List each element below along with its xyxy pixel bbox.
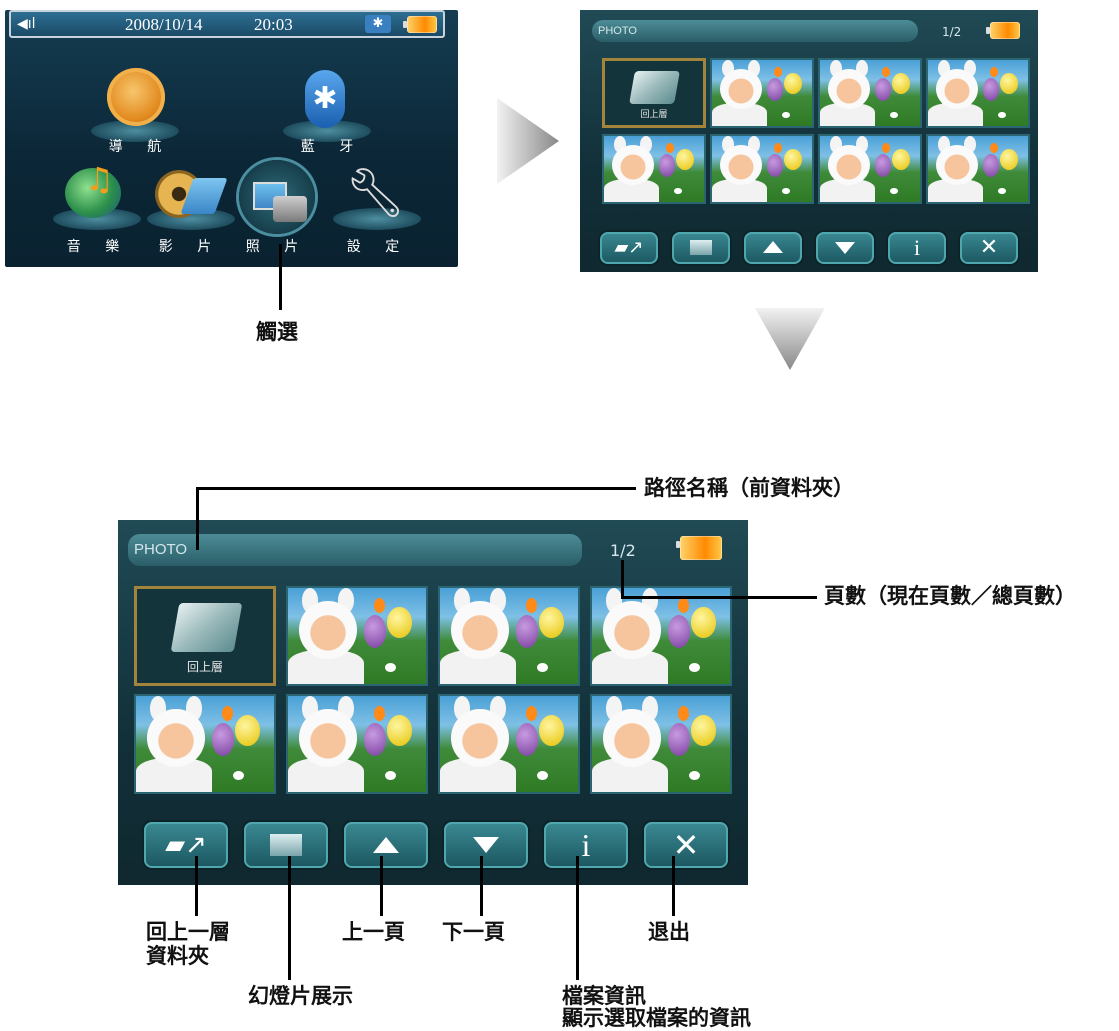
folder-up-icon: ▰↗ xyxy=(165,830,207,860)
thumbnail-grid: 回上層 xyxy=(128,580,740,800)
photo-thumbnail[interactable] xyxy=(710,134,814,204)
path-name: PHOTO xyxy=(134,541,188,558)
menu-label-bluetooth[interactable]: 藍 牙 xyxy=(277,136,387,156)
photo-thumbnail[interactable] xyxy=(926,134,1030,204)
bluetooth-icon[interactable]: ✱ xyxy=(305,70,345,128)
battery-icon xyxy=(986,22,1020,39)
photo-thumbnail[interactable] xyxy=(818,58,922,128)
photo-thumbnail[interactable] xyxy=(134,694,276,794)
callout-page-count: 頁數（現在頁數／總頁數） xyxy=(824,584,1076,608)
photo-thumbnail[interactable] xyxy=(286,586,428,686)
arrow-up-icon xyxy=(763,241,783,253)
photo-thumbnail[interactable] xyxy=(590,586,732,686)
camera-icon xyxy=(273,196,307,222)
folder-up-cell[interactable]: 回上層 xyxy=(602,58,706,128)
callout-line xyxy=(480,856,483,916)
photo-thumbnail[interactable] xyxy=(818,134,922,204)
exit-button[interactable]: ✕ xyxy=(960,232,1018,264)
page-counter: 1/2 xyxy=(610,541,636,560)
folder-up-button[interactable]: ▰↗ xyxy=(144,822,228,868)
menu-label-settings[interactable]: 設 定 xyxy=(323,236,433,256)
info-button[interactable]: i xyxy=(544,822,628,868)
menu-label-navigation[interactable]: 導 航 xyxy=(85,136,195,156)
callout-line xyxy=(279,244,282,310)
info-icon: i xyxy=(581,827,591,863)
settings-icon[interactable]: 🔧︎ xyxy=(345,168,406,218)
folder-up-button[interactable]: ▰↗ xyxy=(600,232,658,264)
music-note-icon: ♫ xyxy=(85,160,114,198)
callout-exit: 退出 xyxy=(648,920,690,944)
callout-line xyxy=(672,856,675,916)
callout-line xyxy=(380,856,383,916)
status-time: 20:03 xyxy=(254,15,293,34)
arrow-down-icon xyxy=(473,837,499,853)
status-bar: ◀ıl 2008/10/14 20:03 ✱ xyxy=(9,10,445,38)
bluetooth-status-icon: ✱ xyxy=(365,15,391,33)
status-date: 2008/10/14 xyxy=(125,15,203,34)
callout-file-info-2: 顯示選取檔案的資訊 xyxy=(562,1006,751,1030)
callout-slideshow: 幻燈片展示 xyxy=(248,984,353,1008)
photo-browser-large: PHOTO 1/2 回上層 ▰↗ i ✕ xyxy=(118,520,748,885)
callout-line xyxy=(288,856,291,980)
folder-icon xyxy=(170,603,242,652)
path-bar: PHOTO xyxy=(592,20,918,42)
slideshow-icon xyxy=(690,240,712,255)
callout-line xyxy=(576,856,579,980)
callout-path-name: 路徑名稱（前資料夾） xyxy=(644,476,854,500)
arrow-down-icon xyxy=(755,308,825,370)
callout-file-info-1: 檔案資訊 xyxy=(562,984,646,1008)
callout-up-folder-2: 資料夾 xyxy=(146,944,209,968)
slideshow-button[interactable] xyxy=(244,822,328,868)
slideshow-icon xyxy=(270,834,302,856)
arrow-right-icon xyxy=(497,98,559,184)
next-page-button[interactable] xyxy=(444,822,528,868)
navigation-icon[interactable] xyxy=(107,68,165,126)
photo-browser-small: PHOTO 1/2 回上層 ▰↗ i ✕ xyxy=(580,10,1038,272)
callout-touch: 觸選 xyxy=(256,320,298,344)
exit-button[interactable]: ✕ xyxy=(644,822,728,868)
prev-page-button[interactable] xyxy=(744,232,802,264)
folder-up-label: 回上層 xyxy=(640,109,668,120)
thumbnail-grid: 回上層 xyxy=(596,54,1030,214)
info-button[interactable]: i xyxy=(888,232,946,264)
photo-thumbnail[interactable] xyxy=(926,58,1030,128)
callout-line xyxy=(196,488,199,550)
path-name: PHOTO xyxy=(598,25,637,37)
photo-thumbnail[interactable] xyxy=(438,586,580,686)
slideshow-button[interactable] xyxy=(672,232,730,264)
arrow-up-icon xyxy=(373,837,399,853)
folder-icon xyxy=(629,70,681,104)
battery-icon xyxy=(403,16,437,33)
main-menu-screen: ◀ıl 2008/10/14 20:03 ✱ 導 航 ✱ 藍 牙 ♫ 音 樂 影… xyxy=(5,10,458,267)
page-counter: 1/2 xyxy=(942,25,962,39)
callout-line xyxy=(621,560,624,598)
arrow-down-icon xyxy=(835,242,855,254)
callout-line xyxy=(196,487,636,490)
close-icon: ✕ xyxy=(979,235,999,260)
folder-up-icon: ▰↗ xyxy=(614,237,644,258)
callout-next-page: 下一頁 xyxy=(442,920,505,944)
photo-thumbnail[interactable] xyxy=(602,134,706,204)
info-icon: i xyxy=(913,235,921,260)
folder-up-cell[interactable]: 回上層 xyxy=(134,586,276,686)
callout-line xyxy=(621,596,817,599)
speaker-icon[interactable]: ◀ıl xyxy=(17,16,36,32)
battery-icon xyxy=(676,536,722,560)
close-icon: ✕ xyxy=(672,826,700,864)
callout-prev-page: 上一頁 xyxy=(342,920,405,944)
photo-thumbnail[interactable] xyxy=(710,58,814,128)
callout-up-folder-1: 回上一層 xyxy=(146,920,230,944)
photo-thumbnail[interactable] xyxy=(286,694,428,794)
callout-line xyxy=(195,856,198,916)
folder-up-label: 回上層 xyxy=(186,660,223,675)
prev-page-button[interactable] xyxy=(344,822,428,868)
next-page-button[interactable] xyxy=(816,232,874,264)
photo-thumbnail[interactable] xyxy=(438,694,580,794)
photo-thumbnail[interactable] xyxy=(590,694,732,794)
menu-label-photo[interactable]: 照 片 xyxy=(222,236,332,256)
